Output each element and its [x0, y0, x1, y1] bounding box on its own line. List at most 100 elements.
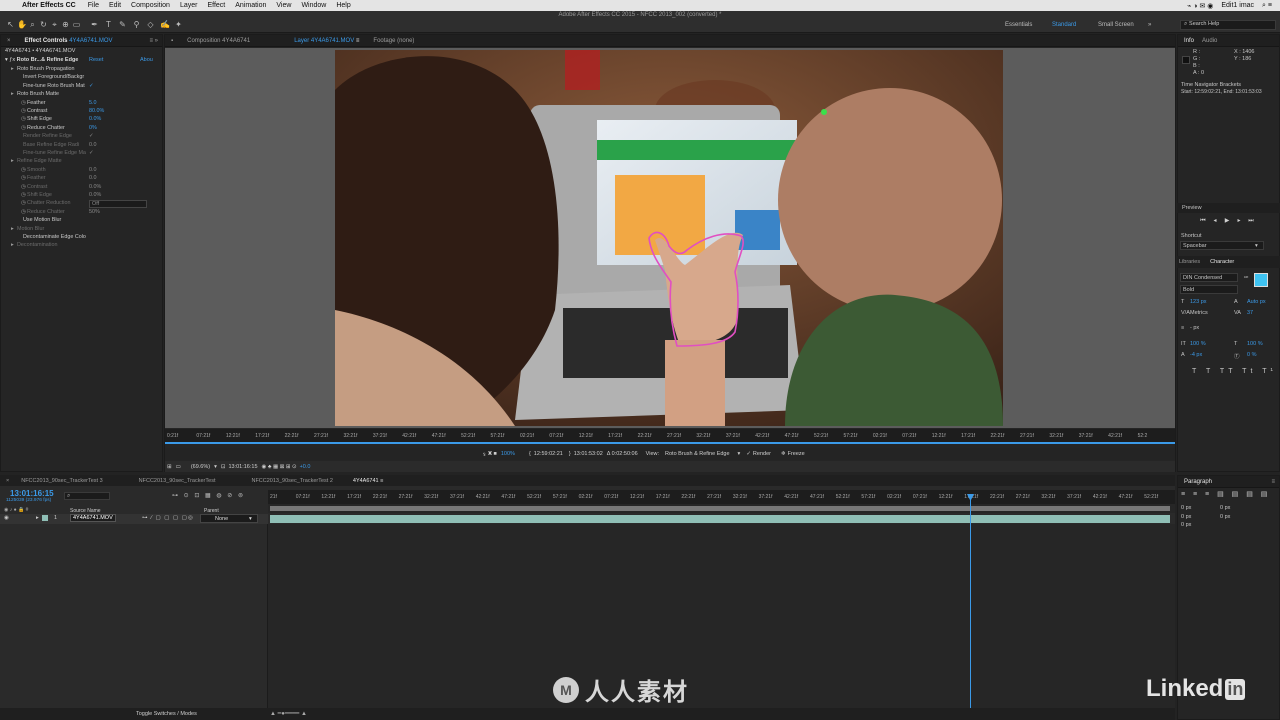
menu-layer[interactable]: Layer: [180, 2, 198, 9]
rectangle-tool-icon[interactable]: ▭: [72, 20, 81, 29]
out-point-icon[interactable]: }: [569, 451, 571, 457]
effect-property-row[interactable]: ◷Chatter Reduction Off: [1, 199, 147, 209]
font-size-value[interactable]: 123 px: [1190, 299, 1207, 305]
timeline-track-area[interactable]: [268, 524, 1175, 708]
about-link[interactable]: Abou: [140, 56, 153, 65]
layer-switches[interactable]: ⊶ ∕ ▢ ▢ ▢ ▢: [142, 515, 188, 521]
shortcut-dropdown[interactable]: Spacebar ▾: [1180, 241, 1264, 250]
effect-property-value[interactable]: 0.0: [89, 166, 97, 174]
viewer-lock-icon[interactable]: ▪: [171, 38, 173, 44]
viewer-timecode[interactable]: 13:01:16:15: [228, 464, 257, 470]
viewer-footer-icons[interactable]: ◉ ♣ ▦ ⊠ ⊞ ⊙: [262, 464, 297, 470]
viewer-work-area-bar[interactable]: [165, 442, 1175, 444]
effect-property-row[interactable]: ▸ Decontamination: [1, 241, 57, 249]
tab-footage[interactable]: Footage (none): [373, 38, 414, 44]
align-buttons[interactable]: ≡ ≡ ≡ ▤ ▤ ▤ ▤: [1181, 490, 1270, 498]
effect-property-row[interactable]: ◷Contrast 0.0%: [1, 183, 101, 191]
out-point-value[interactable]: 13:01:53:02: [574, 451, 603, 457]
exposure-value[interactable]: +0.0: [300, 464, 311, 470]
workspace-small-screen[interactable]: Small Screen: [1098, 22, 1134, 28]
kerning-value[interactable]: Metrics: [1190, 310, 1208, 316]
baseline-value[interactable]: -4 px: [1190, 352, 1202, 358]
effect-property-row[interactable]: ▸ Refine Edge Matte: [1, 157, 62, 165]
space-after[interactable]: 0 px: [1181, 522, 1191, 528]
font-style-dropdown[interactable]: Bold: [1180, 285, 1238, 294]
timeline-search-input[interactable]: ⌕: [64, 492, 110, 500]
spotlight-icon[interactable]: ⌕ ≡: [1262, 2, 1272, 10]
zoom-dropdown[interactable]: (69.6%): [191, 464, 210, 470]
effect-property-value[interactable]: ✓: [89, 149, 94, 157]
indent-left[interactable]: 0 px: [1181, 505, 1191, 511]
effect-property-row[interactable]: Fine-tune Refine Edge Ma ✓: [1, 149, 94, 157]
panel-menu-icon[interactable]: ≡: [1271, 479, 1279, 485]
brush-tool-icon[interactable]: ✎: [118, 20, 127, 29]
timeline-tab-4[interactable]: 4Y4A6741 ≡: [353, 478, 383, 484]
effect-property-value[interactable]: 0.0%: [89, 191, 101, 199]
vscale-value[interactable]: 100 %: [1190, 341, 1206, 347]
menu-help[interactable]: Help: [336, 2, 350, 9]
effect-property-value[interactable]: 0.0: [89, 174, 97, 182]
effect-property-row[interactable]: Decontaminate Edge Colo: [1, 233, 86, 241]
effect-property-row[interactable]: ◷Contrast 80.0%: [1, 107, 104, 115]
workspace-menu-icon[interactable]: »: [1148, 22, 1151, 28]
effect-property-row[interactable]: Invert Foreground/Backgr: [1, 73, 84, 81]
user-menu[interactable]: Edit1 imac: [1221, 2, 1254, 10]
viewer-time-ruler[interactable]: 0:21f 07:21f 12:21f 17:21f 22:21f 27:21f 32:21…: [165, 429, 1175, 443]
tab-effect-controls[interactable]: Effect Controls 4Y4A6741.MOV: [25, 38, 113, 44]
workspace-essentials[interactable]: Essentials: [1005, 22, 1032, 28]
pen-tool-icon[interactable]: ✒: [90, 20, 99, 29]
zoom-slider[interactable]: ▲ ━●━━━━ ▲: [270, 710, 307, 717]
effect-property-row[interactable]: Base Refine Edge Radi 0.0: [1, 141, 97, 149]
eyedropper-icon[interactable]: ✑: [1244, 275, 1249, 281]
effect-property-row[interactable]: ◷Feather 0.0: [1, 174, 97, 182]
footage-frame[interactable]: [335, 50, 1003, 426]
work-area-range[interactable]: [270, 506, 1170, 511]
tab-audio[interactable]: Audio: [1202, 38, 1217, 44]
timeline-ruler[interactable]: 21f 07:21f 12:21f 17:21f 22:21f 27:21f 32:21f 3…: [268, 490, 1175, 504]
zoom-chevron-icon[interactable]: ▾: [214, 464, 217, 470]
menu-animation[interactable]: Animation: [235, 2, 266, 9]
tracking-value[interactable]: 37: [1247, 310, 1253, 316]
paragraph-title[interactable]: Paragraph: [1184, 479, 1212, 485]
tab-layer[interactable]: Layer 4Y4A6741.MOV ≡: [294, 38, 359, 44]
layer-expand-icon[interactable]: ▸: [36, 515, 39, 521]
panel-menu-icon[interactable]: ≡ »: [149, 38, 162, 44]
app-menu[interactable]: After Effects CC: [22, 2, 76, 9]
effect-property-row[interactable]: ◷Reduce Chatter 50%: [1, 208, 100, 216]
expand-triangle-icon[interactable]: ▾: [1, 57, 8, 63]
effect-property-value[interactable]: 0.0%: [89, 115, 101, 123]
menu-composition[interactable]: Composition: [131, 2, 170, 9]
timeline-current-time[interactable]: 13:01:16:15: [10, 489, 54, 498]
view-dropdown[interactable]: Roto Brush & Refine Edge: [665, 451, 730, 457]
effect-property-row[interactable]: Render Refine Edge ✓: [1, 132, 94, 140]
effect-property-value[interactable]: 50%: [89, 208, 100, 216]
eraser-tool-icon[interactable]: ◇: [146, 20, 155, 29]
layer-duration-bar[interactable]: [270, 515, 1170, 523]
effect-property-row[interactable]: Fine-tune Roto Brush Mat ✓: [1, 82, 94, 90]
tab-close-icon[interactable]: ×: [7, 38, 11, 44]
camera-tool-icon[interactable]: ⌖: [50, 20, 59, 29]
indent-right[interactable]: 0 px: [1220, 505, 1230, 511]
menu-view[interactable]: View: [276, 2, 291, 9]
layer-viewer-canvas[interactable]: [165, 48, 1175, 428]
first-frame-icon[interactable]: ⏮: [1199, 218, 1207, 225]
font-family-dropdown[interactable]: DIN Condensed: [1180, 273, 1238, 282]
effect-property-row[interactable]: ◷Shift Edge 0.0%: [1, 191, 101, 199]
effect-property-row[interactable]: ◷Smooth 0.0: [1, 166, 97, 174]
rotate-tool-icon[interactable]: ↻: [39, 20, 48, 29]
last-frame-icon[interactable]: ⏭: [1247, 218, 1255, 225]
effect-property-value[interactable]: 5.0: [89, 99, 97, 107]
effect-property-row[interactable]: ▸ Motion Blur: [1, 225, 44, 233]
search-help-field[interactable]: ⌕ Search Help: [1180, 20, 1276, 30]
space-before[interactable]: 0 px: [1220, 514, 1230, 520]
roto-brush-tool-icon[interactable]: ✍: [160, 20, 170, 29]
timeline-switch-icons[interactable]: ⊶ ⊙ ⊡ ▦ ◍ ⊘ ⊚: [172, 492, 245, 499]
indent-first[interactable]: 0 px: [1181, 514, 1191, 520]
timeline-tab-3[interactable]: NFCC2013_90sec_TrackerTest 2: [251, 478, 332, 484]
effect-property-row[interactable]: ◷Feather 5.0: [1, 99, 97, 107]
selection-tool-icon[interactable]: ↖: [6, 20, 15, 29]
effect-property-row[interactable]: Use Motion Blur: [1, 216, 61, 224]
chevron-down-icon[interactable]: ▾: [738, 451, 741, 457]
leading-value[interactable]: Auto px: [1247, 299, 1266, 305]
zoom-tool-icon[interactable]: ⌕: [28, 20, 37, 29]
